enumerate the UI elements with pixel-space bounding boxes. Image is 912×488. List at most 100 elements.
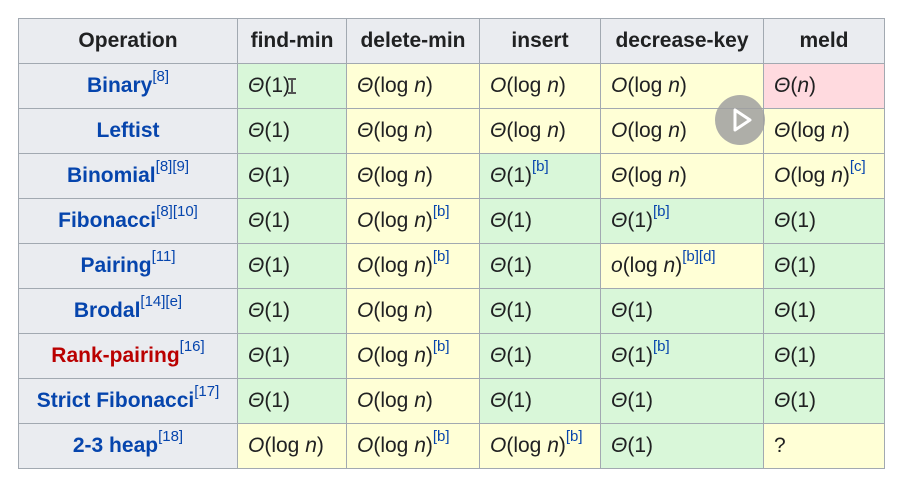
complexity-cell-meld: Θ(1) bbox=[763, 198, 885, 244]
complexity-value: O(log n) bbox=[357, 209, 433, 232]
column-header-meld[interactable]: meld bbox=[763, 18, 885, 64]
complexity-cell-decrease-key: Θ(1) bbox=[600, 423, 764, 469]
complexity-cell-delete-min: O(log n)[b] bbox=[346, 243, 480, 289]
complexity-cell-meld: Θ(1) bbox=[763, 333, 885, 379]
column-header-delete-min[interactable]: delete-min bbox=[346, 18, 480, 64]
complexity-cell-find-min: O(log n) bbox=[237, 423, 347, 469]
complexity-cell-delete-min: O(log n)[b] bbox=[346, 333, 480, 379]
complexity-value: Θ(1) bbox=[248, 74, 291, 97]
heap-name-link[interactable]: Rank-pairing bbox=[51, 344, 179, 367]
complexity-value: O(log n) bbox=[357, 389, 433, 412]
heap-name-link[interactable]: Leftist bbox=[97, 119, 160, 142]
reference-link[interactable]: [18] bbox=[158, 428, 183, 445]
complexity-cell-delete-min: Θ(log n) bbox=[346, 108, 480, 154]
complexity-cell-meld: Θ(1) bbox=[763, 288, 885, 334]
complexity-value: Θ(1) bbox=[248, 389, 291, 412]
complexity-value: O(log n) bbox=[357, 254, 433, 277]
complexity-cell-insert: Θ(1) bbox=[479, 378, 601, 424]
complexity-cell-insert: Θ(1)[b] bbox=[479, 153, 601, 199]
complexity-cell-delete-min: O(log n) bbox=[346, 288, 480, 334]
complexity-value: Θ(log n) bbox=[774, 119, 850, 142]
column-header-insert[interactable]: insert bbox=[479, 18, 601, 64]
reference-link[interactable]: [16] bbox=[180, 338, 205, 355]
play-icon[interactable] bbox=[715, 95, 765, 145]
row-header: Brodal[14][e] bbox=[18, 288, 238, 334]
complexity-value: O(log n) bbox=[357, 344, 433, 367]
complexity-value: O(log n) bbox=[357, 434, 433, 457]
reference-link[interactable]: [17] bbox=[194, 383, 219, 400]
table-row: Brodal[14][e] Θ(1) O(log n) Θ(1) Θ(1) Θ(1) bbox=[18, 288, 885, 334]
screenshot-frame: Operation find-min delete-min insert dec… bbox=[0, 0, 912, 488]
complexity-cell-insert: O(log n)[b] bbox=[479, 423, 601, 469]
complexity-value: Θ(log n) bbox=[357, 119, 433, 142]
complexity-cell-decrease-key: Θ(1)[b] bbox=[600, 333, 764, 379]
complexity-cell-delete-min: Θ(log n) bbox=[346, 153, 480, 199]
complexity-value: Θ(log n) bbox=[357, 164, 433, 187]
complexity-value: Θ(1) bbox=[611, 389, 654, 412]
reference-link[interactable]: [14][e] bbox=[140, 293, 182, 310]
heap-name-link[interactable]: 2-3 heap bbox=[73, 434, 158, 457]
heap-name-link[interactable]: Fibonacci bbox=[58, 209, 156, 232]
heap-name-link[interactable]: Binomial bbox=[67, 164, 156, 187]
footnote-link[interactable]: [b] bbox=[566, 428, 583, 445]
complexity-value: Θ(1) bbox=[248, 119, 291, 142]
complexity-cell-insert: Θ(1) bbox=[479, 243, 601, 289]
complexity-cell-find-min: Θ(1) bbox=[237, 333, 347, 379]
complexity-value: Θ(1) bbox=[248, 254, 291, 277]
table-row: Strict Fibonacci[17] Θ(1) O(log n) Θ(1) Θ(1)… bbox=[18, 378, 885, 424]
complexity-cell-insert: O(log n) bbox=[479, 63, 601, 109]
complexity-value: Θ(1) bbox=[248, 299, 291, 322]
complexity-cell-decrease-key: Θ(1)[b] bbox=[600, 198, 764, 244]
reference-link[interactable]: [11] bbox=[152, 248, 176, 265]
footnote-link[interactable]: [b] bbox=[433, 428, 450, 445]
footnote-link[interactable]: [b] bbox=[433, 248, 450, 265]
complexity-cell-delete-min: O(log n)[b] bbox=[346, 423, 480, 469]
complexity-cell-meld: Θ(1) bbox=[763, 243, 885, 289]
column-header-operation[interactable]: Operation bbox=[18, 18, 238, 64]
complexity-cell-delete-min: O(log n)[b] bbox=[346, 198, 480, 244]
column-header-find-min[interactable]: find-min bbox=[237, 18, 347, 64]
complexity-value: Θ(1) bbox=[490, 209, 533, 232]
complexity-value: Θ(1) bbox=[490, 389, 533, 412]
row-header: Leftist bbox=[18, 108, 238, 154]
complexity-value: O(log n) bbox=[357, 299, 433, 322]
complexity-cell-decrease-key: Θ(1) bbox=[600, 288, 764, 334]
row-header: Rank-pairing[16] bbox=[18, 333, 238, 379]
complexity-cell-meld: Θ(1) bbox=[763, 378, 885, 424]
complexity-cell-find-min: Θ(1) bbox=[237, 153, 347, 199]
footnote-link[interactable]: [b] bbox=[532, 158, 549, 175]
column-header-decrease-key[interactable]: decrease-key bbox=[600, 18, 764, 64]
heap-comparison-table: Operation find-min delete-min insert dec… bbox=[18, 18, 885, 469]
footnote-link[interactable]: [b] bbox=[433, 338, 450, 355]
reference-link[interactable]: [8][9] bbox=[156, 158, 189, 175]
reference-link[interactable]: [8] bbox=[152, 68, 169, 85]
complexity-value: Θ(1) bbox=[774, 299, 817, 322]
heap-name-link[interactable]: Pairing bbox=[80, 254, 151, 277]
complexity-cell-insert: Θ(log n) bbox=[479, 108, 601, 154]
row-header: Strict Fibonacci[17] bbox=[18, 378, 238, 424]
row-header: Binary[8] bbox=[18, 63, 238, 109]
footnote-link[interactable]: [b][d] bbox=[682, 248, 715, 265]
complexity-cell-meld: ? bbox=[763, 423, 885, 469]
complexity-value: Θ(log n) bbox=[490, 119, 566, 142]
complexity-cell-insert: Θ(1) bbox=[479, 333, 601, 379]
complexity-value: O(log n) bbox=[248, 434, 324, 457]
heap-name-link[interactable]: Brodal bbox=[74, 299, 141, 322]
heap-name-link[interactable]: Binary bbox=[87, 74, 152, 97]
complexity-cell-decrease-key: Θ(log n) bbox=[600, 153, 764, 199]
footnote-link[interactable]: [b] bbox=[653, 203, 670, 220]
complexity-cell-meld: Θ(n) bbox=[763, 63, 885, 109]
complexity-value: Θ(1) bbox=[611, 344, 654, 367]
complexity-value: Θ(log n) bbox=[357, 74, 433, 97]
table-row: Rank-pairing[16] Θ(1) O(log n)[b] Θ(1) Θ(1)[… bbox=[18, 333, 885, 379]
complexity-cell-find-min: Θ(1) bbox=[237, 198, 347, 244]
complexity-cell-find-min: Θ(1) bbox=[237, 378, 347, 424]
reference-link[interactable]: [8][10] bbox=[156, 203, 198, 220]
footnote-link[interactable]: [c] bbox=[850, 158, 866, 175]
footnote-link[interactable]: [b] bbox=[433, 203, 450, 220]
complexity-value: Θ(1) bbox=[248, 344, 291, 367]
footnote-link[interactable]: [b] bbox=[653, 338, 670, 355]
complexity-value: Θ(1) bbox=[611, 434, 654, 457]
complexity-value: O(log n) bbox=[611, 74, 687, 97]
heap-name-link[interactable]: Strict Fibonacci bbox=[37, 389, 195, 412]
